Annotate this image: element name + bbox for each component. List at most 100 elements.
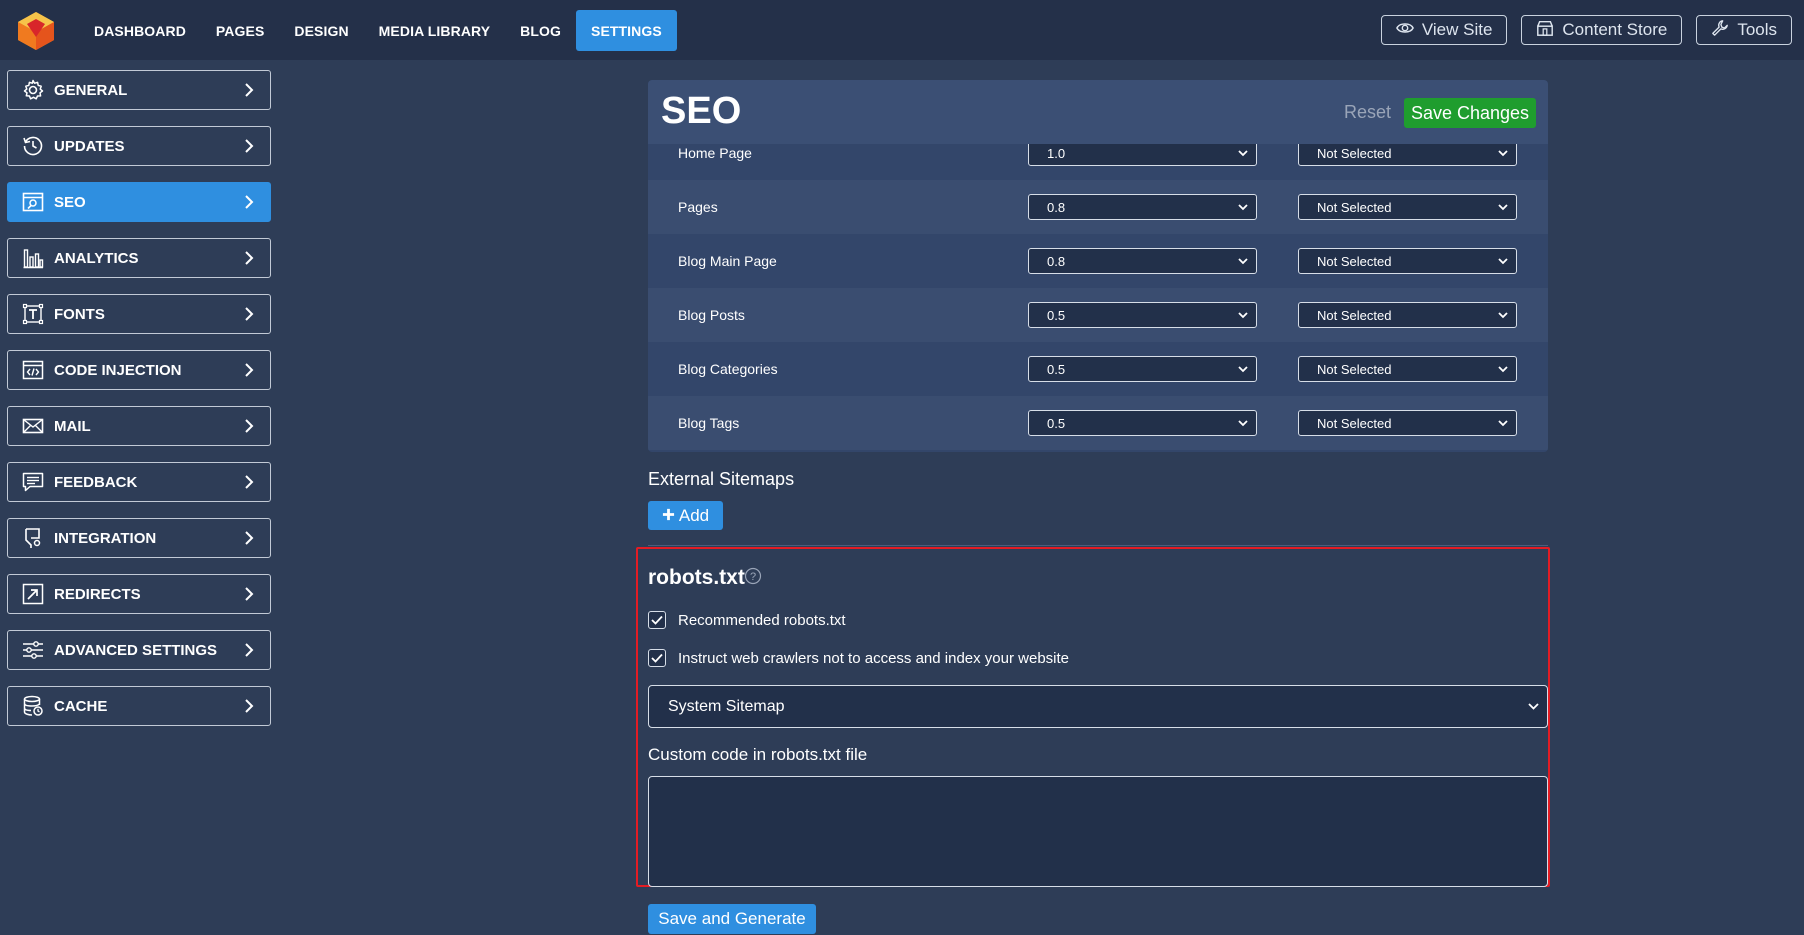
sitemap-row-pages: Pages 0.8 Not Selected <box>648 180 1548 234</box>
gear-icon <box>22 79 44 101</box>
sidebar-item-label: CACHE <box>54 697 108 715</box>
noindex-row: Instruct web crawlers not to access and … <box>648 649 1069 667</box>
sitemap-select[interactable]: System Sitemap <box>648 685 1548 728</box>
nav-design[interactable]: DESIGN <box>279 10 363 51</box>
sidebar-item-analytics[interactable]: ANALYTICS <box>7 238 271 278</box>
chevron-right-icon <box>245 307 254 321</box>
plus-icon <box>662 506 675 526</box>
top-actions: View Site Content Store Tools <box>1380 15 1792 45</box>
chevron-right-icon <box>245 251 254 265</box>
add-sitemap-label: Add <box>678 505 710 525</box>
sidebar-item-fonts[interactable]: FONTS <box>7 294 271 334</box>
chevron-down-icon <box>1498 258 1508 265</box>
priority-select[interactable]: 0.5 <box>1028 356 1257 382</box>
sidebar-item-label: INTEGRATION <box>54 529 157 547</box>
sidebar-item-code-injection[interactable]: CODE INJECTION <box>7 350 271 390</box>
sidebar-item-label: GENERAL <box>54 81 128 99</box>
sidebar-item-updates[interactable]: UPDATES <box>7 126 271 166</box>
sidebar-item-cache[interactable]: CACHE <box>7 686 271 726</box>
chevron-right-icon <box>245 587 254 601</box>
sidebar-item-label: ANALYTICS <box>54 249 139 267</box>
eye-icon <box>1395 19 1414 42</box>
noindex-checkbox[interactable] <box>648 649 666 667</box>
chevron-right-icon <box>245 195 254 209</box>
sliders-icon <box>22 639 44 661</box>
nav-media-library[interactable]: MEDIA LIBRARY <box>364 10 505 51</box>
chevron-down-icon <box>1528 703 1539 710</box>
sidebar-item-label: REDIRECTS <box>54 585 141 603</box>
sidebar-item-label: UPDATES <box>54 137 125 155</box>
recommended-robots-checkbox[interactable] <box>648 611 666 629</box>
sitemap-row-blog-tags: Blog Tags 0.5 Not Selected <box>648 396 1548 450</box>
nav-blog[interactable]: BLOG <box>505 10 576 51</box>
content-store-label: Content Store <box>1562 20 1668 39</box>
chevron-down-icon <box>1498 366 1508 373</box>
chevron-right-icon <box>245 475 254 489</box>
check-icon <box>651 615 663 625</box>
sitemap-row-blog-main-page: Blog Main Page 0.8 Not Selected <box>648 234 1548 288</box>
priority-select[interactable]: 0.5 <box>1028 410 1257 436</box>
sitemap-row-label: Blog Main Page <box>678 253 777 269</box>
frequency-select[interactable]: Not Selected <box>1298 248 1517 274</box>
nav-settings[interactable]: SETTINGS <box>576 10 677 51</box>
recommended-robots-row: Recommended robots.txt <box>648 611 846 629</box>
content-store-button[interactable]: Content Store <box>1521 15 1683 45</box>
nav-pages[interactable]: PAGES <box>201 10 279 51</box>
chevron-down-icon <box>1238 366 1248 373</box>
chevron-down-icon <box>1238 420 1248 427</box>
app-logo[interactable] <box>14 10 58 52</box>
tools-label: Tools <box>1737 20 1777 39</box>
view-site-button[interactable]: View Site <box>1380 15 1508 45</box>
priority-select[interactable]: 0.8 <box>1028 194 1257 220</box>
frequency-select[interactable]: Not Selected <box>1298 302 1517 328</box>
save-changes-button[interactable]: Save Changes <box>1404 98 1536 128</box>
sidebar-item-label: SEO <box>54 193 86 211</box>
store-icon <box>1536 19 1554 42</box>
page-title: SEO <box>661 90 742 132</box>
chevron-down-icon <box>1498 312 1508 319</box>
reset-button[interactable]: Reset <box>1344 102 1391 123</box>
frequency-select[interactable]: Not Selected <box>1298 410 1517 436</box>
sidebar-item-feedback[interactable]: FEEDBACK <box>7 462 271 502</box>
mail-icon <box>22 415 44 437</box>
add-sitemap-button[interactable]: Add <box>648 501 723 530</box>
sidebar-item-redirects[interactable]: REDIRECTS <box>7 574 271 614</box>
priority-select[interactable]: 0.5 <box>1028 302 1257 328</box>
sidebar-item-seo[interactable]: SEO <box>7 182 271 222</box>
sidebar-item-mail[interactable]: MAIL <box>7 406 271 446</box>
frequency-select[interactable]: Not Selected <box>1298 194 1517 220</box>
noindex-label: Instruct web crawlers not to access and … <box>678 649 1070 667</box>
sidebar-item-general[interactable]: GENERAL <box>7 70 271 110</box>
nav-dashboard[interactable]: DASHBOARD <box>79 10 201 51</box>
chevron-down-icon <box>1238 258 1248 265</box>
chevron-right-icon <box>245 419 254 433</box>
chevron-down-icon <box>1498 204 1508 211</box>
wrench-icon <box>1711 19 1729 42</box>
save-and-generate-button[interactable]: Save and Generate <box>648 904 816 934</box>
main-nav: DASHBOARD PAGES DESIGN MEDIA LIBRARY BLO… <box>79 10 677 51</box>
chevron-down-icon <box>1238 150 1248 157</box>
custom-code-textarea[interactable] <box>648 776 1548 887</box>
frequency-select[interactable]: Not Selected <box>1298 356 1517 382</box>
sitemap-table: Home Page 1.0 Not Selected Pages 0.8 Not… <box>648 126 1548 450</box>
help-icon[interactable]: ? <box>744 567 762 585</box>
chevron-down-icon <box>1498 420 1508 427</box>
chevron-right-icon <box>245 139 254 153</box>
sidebar-item-advanced-settings[interactable]: ADVANCED SETTINGS <box>7 630 271 670</box>
tools-button[interactable]: Tools <box>1696 15 1792 45</box>
sidebar-item-integration[interactable]: INTEGRATION <box>7 518 271 558</box>
chevron-down-icon <box>1238 204 1248 211</box>
integration-icon <box>22 527 44 549</box>
sidebar-item-label: FEEDBACK <box>54 473 138 491</box>
sitemap-row-label: Pages <box>678 199 718 215</box>
custom-code-label: Custom code in robots.txt file <box>648 745 868 764</box>
section-divider <box>648 545 1548 546</box>
priority-select[interactable]: 0.8 <box>1028 248 1257 274</box>
sidebar-item-label: FONTS <box>54 305 105 323</box>
seo-header: SEO Reset Save Changes <box>648 80 1548 144</box>
history-icon <box>22 135 44 157</box>
code-icon <box>22 359 44 381</box>
robots-section-title: robots.txt <box>648 566 745 589</box>
chevron-right-icon <box>245 531 254 545</box>
sidebar-item-label: CODE INJECTION <box>54 361 182 379</box>
